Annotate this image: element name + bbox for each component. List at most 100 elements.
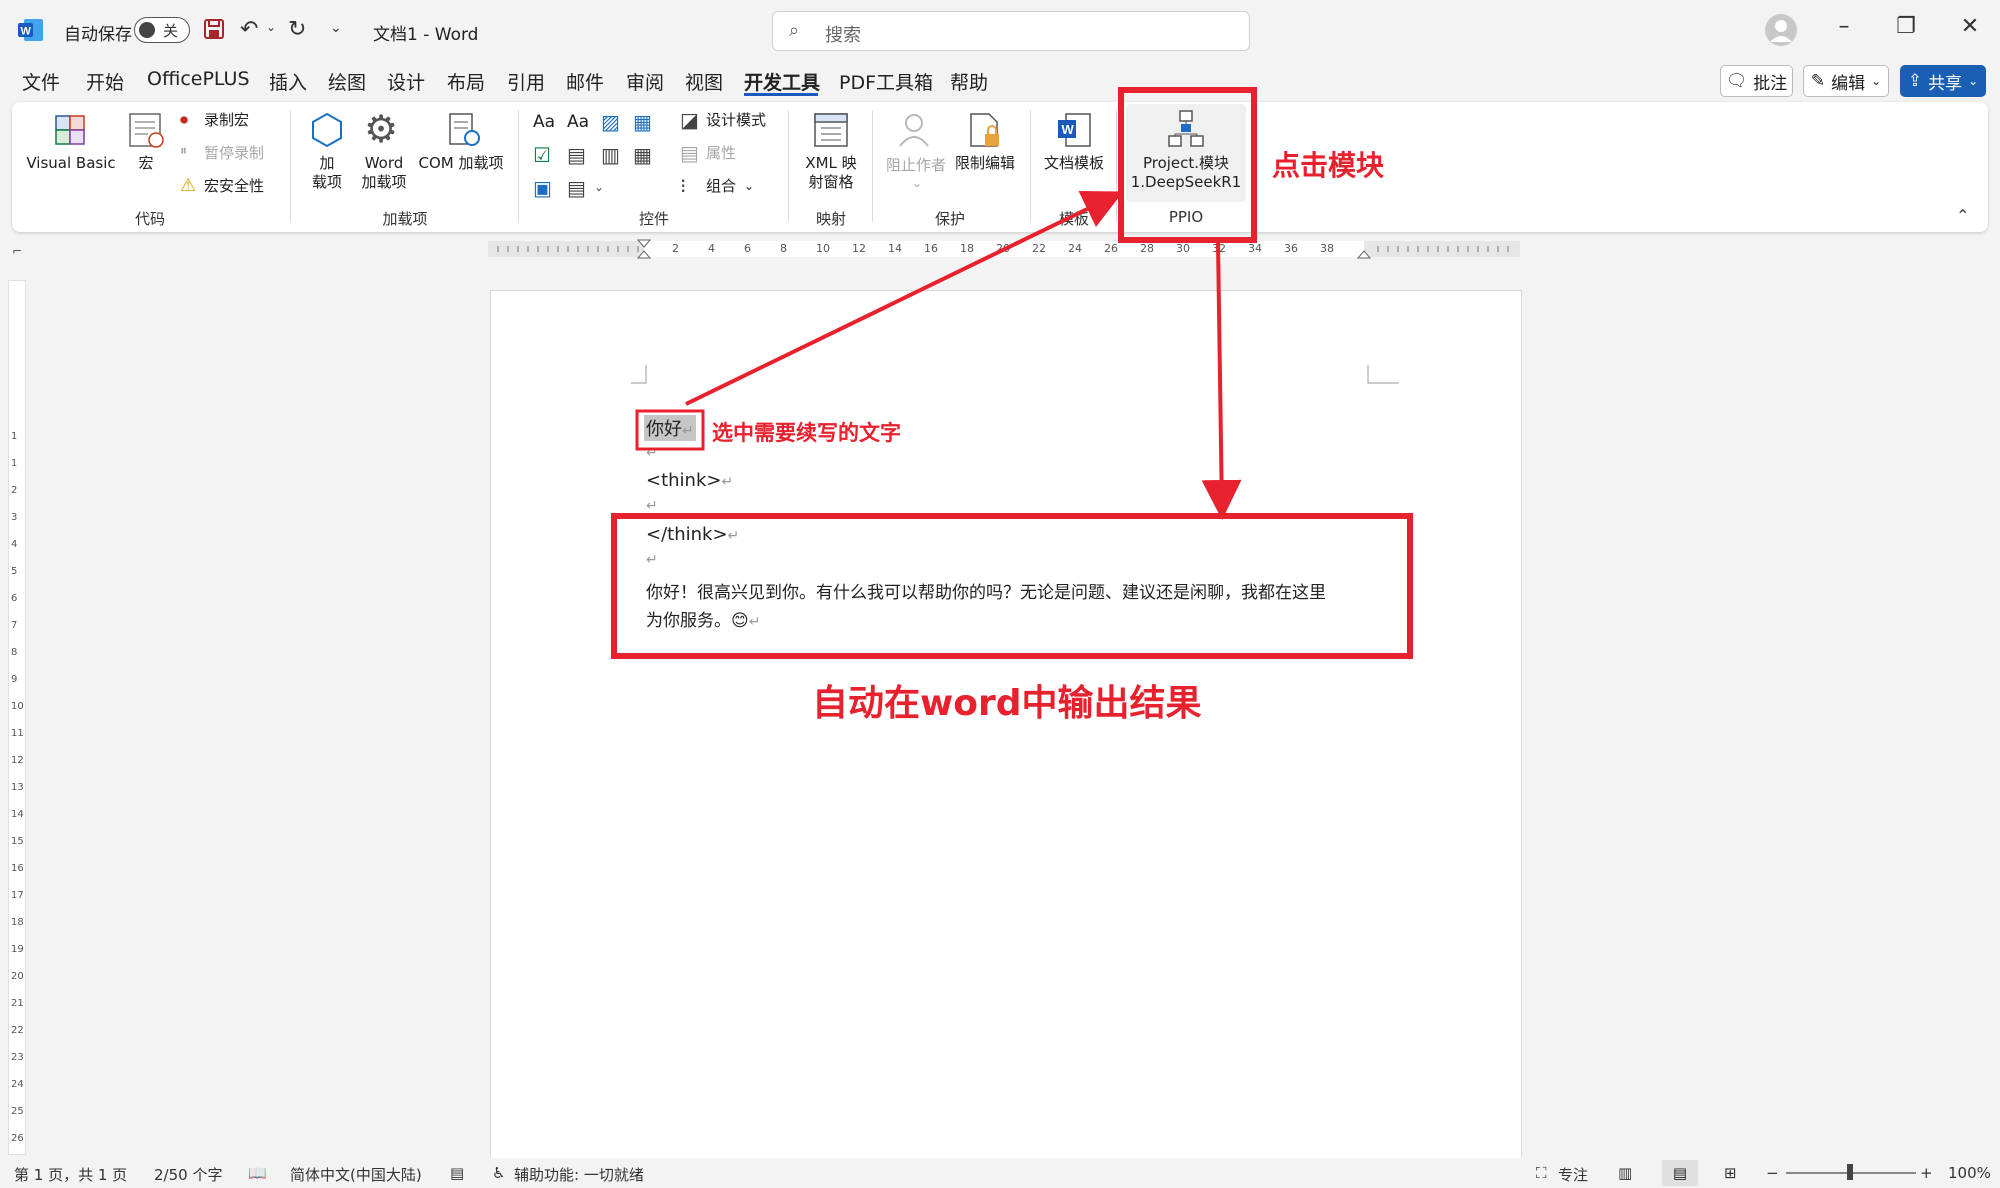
word-addins-button[interactable]: ⚙ Word 加载项 [356,108,412,200]
document-template-button[interactable]: W 文档模板 [1036,108,1112,178]
print-layout-icon[interactable]: ▤ [1662,1160,1698,1186]
language-indicator[interactable]: 简体中文(中国大陆) [290,1164,422,1185]
repeating-section-icon[interactable]: ▣ [533,176,552,200]
building-block-icon[interactable]: ▦ [633,110,652,134]
rich-text-control-button[interactable]: Aa [533,112,555,132]
customize-qat-icon[interactable]: ⌄ [330,20,342,36]
date-picker-icon[interactable]: ▦ [633,143,652,167]
track-changes-icon[interactable]: ▤ [450,1164,464,1182]
chevron-down-icon[interactable]: ⌄ [594,180,604,194]
redo-icon[interactable]: ↻ [288,17,306,42]
think-close-line[interactable]: </think>↵ [646,524,739,545]
ruler-number: 38 [1320,242,1334,255]
macros-icon [126,110,166,150]
tab-draw[interactable]: 绘图 [328,68,366,95]
focus-button[interactable]: 专注 [1558,1164,1588,1185]
selected-text[interactable]: 你好↵ [644,415,696,441]
zoom-in-button[interactable]: + [1920,1164,1933,1182]
tab-design[interactable]: 设计 [387,68,425,95]
tab-view[interactable]: 视图 [685,68,723,95]
vertical-ruler-number: 25 [11,1106,24,1117]
ruler-number: 30 [1176,242,1190,255]
undo-icon[interactable]: ↶ [240,17,258,42]
deepseek-module-label-1: Project.模块 [1142,154,1230,172]
tab-help[interactable]: 帮助 [950,68,988,95]
save-icon[interactable] [203,18,225,40]
account-avatar[interactable] [1765,14,1797,46]
vertical-ruler-number: 19 [11,944,24,955]
annotation-click-module: 点击模块 [1272,149,1385,182]
picture-control-icon[interactable]: ▨ [601,110,620,134]
autosave-toggle[interactable]: 关 [134,17,190,43]
page-count[interactable]: 第 1 页，共 1 页 [14,1164,127,1185]
group-label-mapping: 映射 [815,210,846,228]
tab-layout[interactable]: 布局 [447,68,485,95]
plain-text-control-button[interactable]: Aa [567,112,589,132]
proofing-icon[interactable]: 📖 [248,1164,267,1182]
dropdown-list-icon[interactable]: ▥ [601,143,620,167]
close-button[interactable]: ✕ [1950,14,1990,39]
search-input[interactable]: 搜索 [825,21,861,47]
paragraph-mark: ↵ [682,423,694,439]
zoom-level[interactable]: 100% [1948,1164,1991,1182]
minimize-button[interactable]: – [1824,14,1864,39]
tab-pdf-tools[interactable]: PDF工具箱 [839,68,933,95]
group-divider [518,110,519,222]
tab-insert[interactable]: 插入 [269,68,307,95]
collapse-ribbon-icon[interactable]: ⌃ [1956,206,1969,225]
ruler-number: 24 [1068,242,1082,255]
edit-button[interactable]: ✎ 编辑 ⌄ [1803,65,1889,97]
lock-document-icon [965,110,1005,150]
read-mode-icon[interactable]: ▥ [1618,1164,1632,1182]
pencil-icon: ✎ [1810,71,1826,91]
ruler-number: 36 [1284,242,1298,255]
xml-mapping-pane-button[interactable]: XML 映 射窗格 [798,108,864,200]
document-title: 文档1 - Word [373,25,479,45]
addins-button[interactable]: 加 载项 [305,108,349,200]
vertical-ruler-number: 14 [11,809,24,820]
zoom-slider-thumb[interactable] [1847,1164,1853,1180]
comments-button[interactable]: 🗨 批注 [1720,65,1793,97]
restrict-editing-label: 限制编辑 [954,154,1015,172]
word-count[interactable]: 2/50 个字 [154,1164,222,1185]
vertical-ruler[interactable]: 1 1 2 3 4 5 6 7 8 9 10 11 12 13 14 15 16 17 18 19 20 21 22 23 24… [8,280,26,1171]
vertical-ruler-number: 13 [11,782,24,793]
restore-button[interactable]: ❐ [1886,14,1926,39]
com-addins-icon [444,110,484,150]
ruler-number: 12 [852,242,866,255]
org-chart-icon [1166,108,1206,148]
comment-icon: 🗨 [1725,71,1748,91]
web-layout-icon[interactable]: ⊞ [1724,1164,1737,1182]
share-button[interactable]: ⇪ 共享 ⌄ [1900,65,1986,97]
tab-developer[interactable]: 开发工具 [744,68,820,95]
person-icon [896,110,936,150]
checkbox-control-icon[interactable]: ☑ [533,143,551,167]
com-addins-button[interactable]: COM 加载项 [414,108,508,178]
tab-review[interactable]: 审阅 [626,68,664,95]
tab-mailings[interactable]: 邮件 [566,68,604,95]
accessibility-status[interactable]: 辅助功能: 一切就绪 [514,1164,644,1185]
search-box[interactable]: ⌕ 搜索 [772,11,1250,51]
ruler-number: 8 [780,242,787,255]
visual-basic-button[interactable]: Visual Basic [22,108,120,178]
restrict-editing-button[interactable]: 限制编辑 [950,108,1020,178]
comments-label: 批注 [1753,73,1788,94]
macros-button[interactable]: 宏 [122,108,170,178]
tab-home[interactable]: 开始 [86,68,124,95]
reply-line-1[interactable]: 你好！很高兴见到你。有什么我可以帮助你的吗？无论是问题、建议还是闲聊，我都在这里 [646,578,1326,603]
group-label-controls: 控件 [638,210,669,228]
tab-references[interactable]: 引用 [507,68,545,95]
combo-box-icon[interactable]: ▤ [567,143,586,167]
tab-file[interactable]: 文件 [22,68,60,95]
reply-line-2[interactable]: 为你服务。😊↵ [646,606,760,631]
warning-icon: ⚠ [180,175,197,196]
think-open-line[interactable]: <think>↵ [646,470,733,491]
legacy-tools-icon[interactable]: ▤ [567,176,586,200]
zoom-out-button[interactable]: − [1766,1164,1779,1182]
vertical-ruler-number: 24 [11,1079,24,1090]
tab-selector-icon[interactable]: ⌐ [12,244,22,258]
deepseek-module-button[interactable]: Project.模块 1.DeepSeekR1 [1126,104,1246,202]
undo-dropdown-icon[interactable]: ⌄ [266,20,276,34]
tab-officeplus[interactable]: OfficePLUS [147,68,250,90]
xml-mapping-icon [811,110,851,150]
